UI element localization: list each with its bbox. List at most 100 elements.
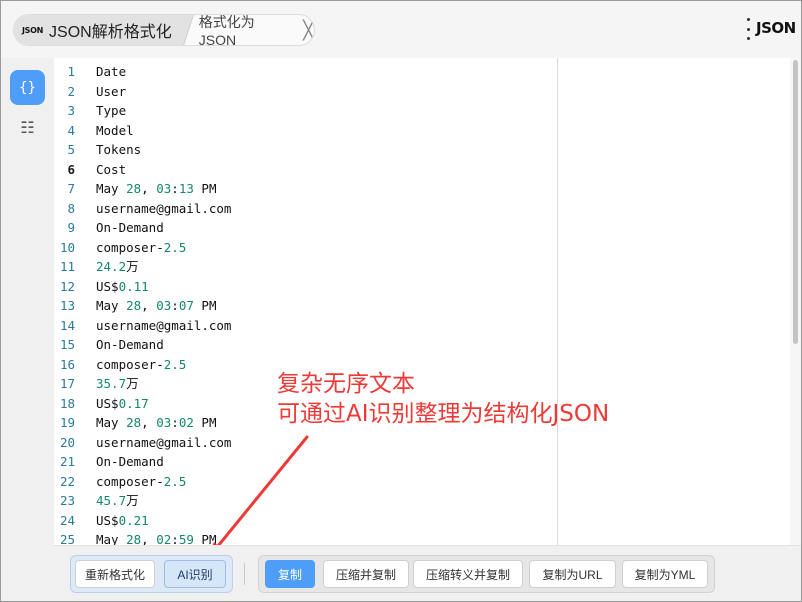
- code-line[interactable]: 1 Date: [54, 62, 557, 82]
- text-token: On-Demand: [96, 220, 164, 235]
- line-number: 24: [59, 512, 75, 528]
- code-editor[interactable]: 1 Date 2 User 3 Type 4 Model 5 Tokens 6 Cost 7 May 28…: [54, 58, 557, 545]
- text-token: May: [96, 415, 127, 430]
- code-line[interactable]: 14 username@gmail.com: [54, 316, 557, 336]
- toolbar-separator: [244, 563, 245, 585]
- json-logo-icon: JSON: [22, 25, 44, 35]
- tab-format-json[interactable]: 格式化为 JSON ╳: [183, 15, 314, 45]
- close-icon[interactable]: ╳: [303, 21, 314, 39]
- code-line[interactable]: 3 Type: [54, 101, 557, 121]
- number-token: 45.7: [96, 493, 127, 508]
- line-text: On-Demand: [96, 452, 164, 472]
- line-text: composer-2.5: [96, 238, 186, 258]
- text-token: Tokens: [96, 142, 142, 157]
- vertical-scrollbar[interactable]: [790, 58, 801, 545]
- text-token: Model: [96, 122, 134, 138]
- number-token: 03: [156, 298, 172, 313]
- code-line[interactable]: 21 On-Demand: [54, 452, 557, 472]
- scrollbar-thumb[interactable]: [793, 60, 798, 344]
- text-token: :: [171, 532, 179, 545]
- tab-json-parse[interactable]: JSON JSON解析格式化: [14, 15, 183, 45]
- text-token: username@gmail.com: [96, 317, 232, 333]
- number-token: 0.21: [118, 512, 149, 528]
- code-line[interactable]: 15 On-Demand: [54, 335, 557, 355]
- number-token: 02: [178, 415, 194, 430]
- text-token: username@gmail.com: [96, 434, 232, 450]
- copy-button-group: 复制 压缩并复制 压缩转义并复制 复制为URL 复制为YML: [258, 555, 715, 593]
- compress-escape-copy-button[interactable]: 压缩转义并复制: [413, 560, 523, 588]
- code-line[interactable]: 6 Cost: [54, 160, 557, 180]
- code-line[interactable]: 10 composer-2.5: [54, 238, 557, 258]
- text-token: :: [171, 415, 179, 430]
- line-text: Cost: [96, 160, 126, 180]
- line-text: 24.2万: [96, 257, 139, 277]
- ai-recognize-button[interactable]: AI识别: [164, 560, 226, 588]
- line-text: composer-2.5: [96, 355, 186, 375]
- line-text: May 28, 03:02 PM: [96, 413, 216, 433]
- line-number: 8: [67, 200, 75, 216]
- code-line[interactable]: 2 User: [54, 82, 557, 102]
- text-token: Date: [96, 64, 127, 79]
- text-token: username@gmail.com: [96, 200, 232, 216]
- code-line[interactable]: 25 May 28, 02:59 PM: [54, 530, 557, 545]
- line-number: 9: [67, 220, 75, 235]
- compress-copy-button[interactable]: 压缩并复制: [323, 560, 409, 588]
- code-line[interactable]: 20 username@gmail.com: [54, 433, 557, 453]
- line-number: 16: [59, 356, 75, 372]
- output-pane[interactable]: [558, 58, 790, 545]
- copy-button[interactable]: 复制: [265, 560, 315, 588]
- text-token: On-Demand: [96, 454, 164, 469]
- bottom-toolbar: 重新格式化 AI识别 复制 压缩并复制 压缩转义并复制 复制为URL 复制为YM…: [54, 545, 801, 601]
- code-line[interactable]: 24 US$0.21: [54, 511, 557, 531]
- number-token: 03: [156, 181, 172, 196]
- line-text: On-Demand: [96, 335, 164, 355]
- line-number: 19: [59, 415, 75, 430]
- code-line[interactable]: 7 May 28, 03:13 PM: [54, 179, 557, 199]
- text-token: PM: [193, 532, 217, 545]
- braces-icon[interactable]: {}: [10, 70, 45, 105]
- line-text: May 28, 02:59 PM: [96, 530, 216, 545]
- code-line[interactable]: 11 24.2万: [54, 257, 557, 277]
- line-text: May 28, 03:07 PM: [96, 296, 216, 316]
- code-line[interactable]: 23 45.7万: [54, 491, 557, 511]
- copy-url-button[interactable]: 复制为URL: [529, 560, 616, 588]
- line-number: 1: [67, 64, 75, 79]
- line-number: 14: [59, 317, 75, 333]
- tab-format-json-label: 格式化为 JSON: [198, 14, 255, 46]
- line-number: 18: [59, 395, 75, 411]
- text-token: PM: [193, 181, 217, 196]
- text-token: ,: [141, 532, 157, 545]
- line-text: 45.7万: [96, 491, 139, 511]
- more-menu-icon[interactable]: [745, 18, 751, 40]
- line-number: 17: [59, 376, 75, 391]
- line-number: 4: [67, 122, 75, 138]
- list-icon[interactable]: ☷: [10, 113, 45, 143]
- text-token: May: [96, 181, 127, 196]
- line-text: On-Demand: [96, 218, 164, 238]
- code-line[interactable]: 4 Model: [54, 121, 557, 141]
- line-text: 35.7万: [96, 374, 139, 394]
- copy-yml-button[interactable]: 复制为YML: [622, 560, 708, 588]
- line-text: US$0.21: [96, 511, 149, 531]
- code-line[interactable]: 8 username@gmail.com: [54, 199, 557, 219]
- left-sidebar: {} ☷: [1, 58, 54, 601]
- number-token: 35.7: [96, 376, 127, 391]
- reformat-button[interactable]: 重新格式化: [75, 560, 155, 588]
- app-window: JSON JSON解析格式化 格式化为 JSON ╳ JSON {} ☷ 1 Da…: [0, 0, 802, 602]
- line-text: Tokens: [96, 140, 141, 160]
- text-token: 万: [126, 376, 139, 391]
- code-line[interactable]: 13 May 28, 03:07 PM: [54, 296, 557, 316]
- code-line[interactable]: 12 US$0.11: [54, 277, 557, 297]
- line-number: 13: [59, 298, 75, 313]
- code-line[interactable]: 22 composer-2.5: [54, 472, 557, 492]
- number-token: 28: [126, 415, 142, 430]
- line-number: 7: [67, 181, 75, 196]
- text-token: ,: [141, 181, 157, 196]
- line-text: username@gmail.com: [96, 316, 231, 336]
- tab-json-parse-label: JSON解析格式化: [49, 24, 172, 41]
- code-line[interactable]: 9 On-Demand: [54, 218, 557, 238]
- number-token: 24.2: [96, 259, 127, 274]
- code-line[interactable]: 5 Tokens: [54, 140, 557, 160]
- text-token: PM: [193, 415, 217, 430]
- text-token: ,: [141, 298, 157, 313]
